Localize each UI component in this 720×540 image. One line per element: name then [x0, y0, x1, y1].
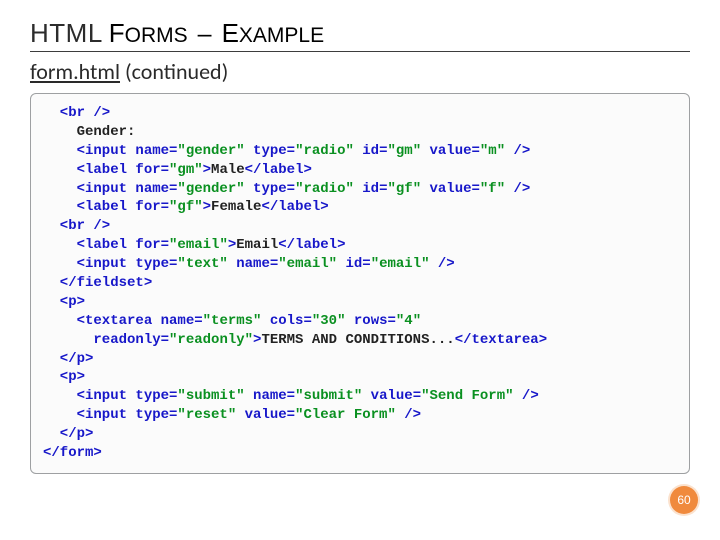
- slide: HTML FORMS – EXAMPLE form.html (continue…: [0, 0, 720, 540]
- page-number-badge: 60: [670, 486, 698, 514]
- code-box: <br /> Gender: <input name="gender" type…: [30, 93, 690, 474]
- subtitle-filename: form.html: [30, 58, 120, 85]
- subtitle-rest: (continued): [120, 58, 228, 85]
- code-block: <br /> Gender: <input name="gender" type…: [43, 104, 677, 463]
- title-word-1: HTML: [30, 18, 103, 49]
- subtitle: form.html (continued): [30, 58, 690, 85]
- page-number: 60: [677, 493, 690, 507]
- title-dash: –: [198, 20, 212, 49]
- title-word-3: EXAMPLE: [222, 18, 325, 49]
- slide-title: HTML FORMS – EXAMPLE: [30, 18, 690, 49]
- title-underline: [30, 51, 690, 52]
- title-word-2: FORMS: [109, 18, 188, 49]
